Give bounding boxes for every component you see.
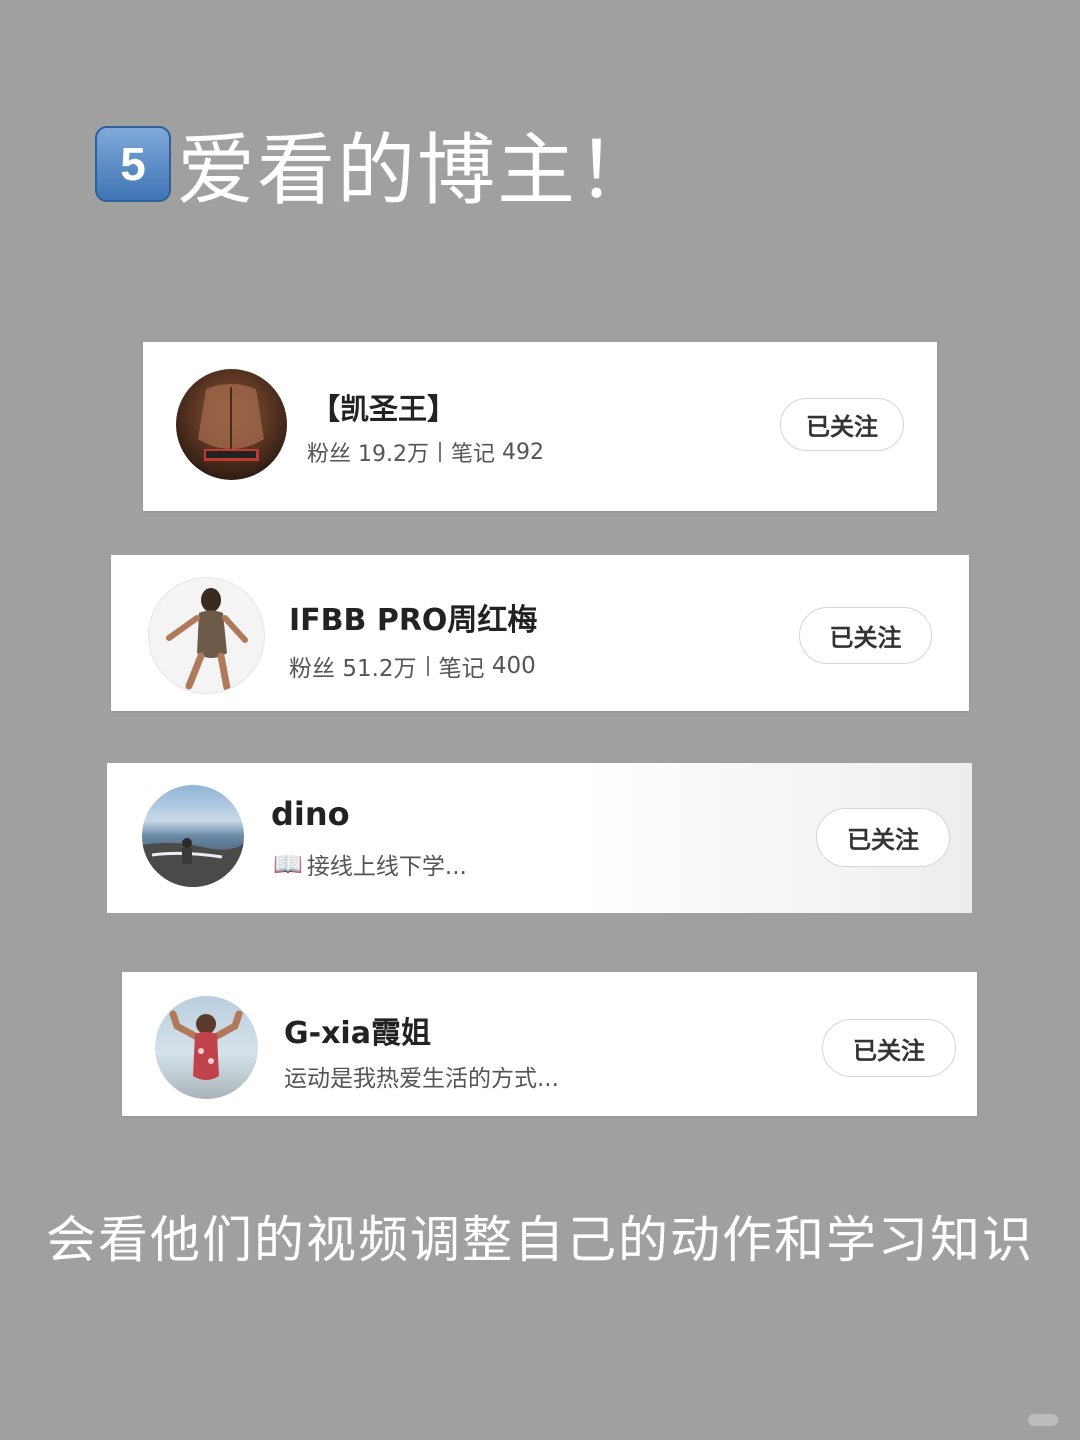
blogger-bio: 📖 接线上线下学... (273, 847, 467, 881)
caption-text: 会看他们的视频调整自己的动作和学习知识 (46, 1211, 1034, 1269)
notes-label: 笔记 (451, 442, 496, 467)
page-title: 爱看的博主！ (177, 126, 658, 216)
fans-label: 粉丝 (307, 442, 352, 467)
avatar[interactable] (155, 996, 258, 1099)
notes-label: 笔记 (438, 656, 485, 682)
blogger-name: IFBB PRO周红梅 (289, 603, 538, 638)
number-five-badge-icon: 5 (95, 126, 171, 202)
notes-count: 492 (502, 439, 545, 465)
blogger-bio: 运动是我热爱生活的方式... (284, 1059, 559, 1093)
avatar[interactable] (142, 785, 244, 887)
divider (439, 442, 442, 462)
avatar[interactable] (176, 369, 287, 480)
following-button[interactable]: 已关注 (780, 398, 904, 451)
blogger-name: G-xia霞姐 (284, 1016, 431, 1051)
following-button[interactable]: 已关注 (799, 607, 932, 664)
fans-count: 19.2万 (358, 442, 430, 467)
following-button[interactable]: 已关注 (816, 808, 950, 867)
blogger-card-1[interactable]: 【凯圣王】 粉丝 19.2万 笔记 492 已关注 (143, 342, 937, 511)
blogger-stats: 粉丝 19.2万 笔记 492 (307, 436, 544, 468)
page-heading: 5 爱看的博主！ (95, 108, 657, 220)
blogger-card-4[interactable]: G-xia霞姐 运动是我热爱生活的方式... 已关注 (122, 972, 977, 1116)
avatar[interactable] (148, 577, 265, 694)
blogger-name: 【凯圣王】 (311, 392, 457, 426)
blogger-card-2[interactable]: IFBB PRO周红梅 粉丝 51.2万 笔记 400 已关注 (111, 555, 969, 711)
following-button[interactable]: 已关注 (822, 1019, 956, 1077)
watermark-logo (1028, 1414, 1058, 1426)
fans-count: 51.2万 (342, 656, 417, 682)
divider (426, 656, 429, 676)
bio-text: 接线上线下学... (306, 854, 467, 880)
blogger-stats: 粉丝 51.2万 笔记 400 (289, 649, 536, 683)
blogger-name: dino (271, 795, 350, 833)
bio-text: 运动是我热爱生活的方式... (284, 1066, 559, 1092)
open-book-icon: 📖 (273, 850, 303, 878)
notes-count: 400 (491, 653, 536, 679)
fans-label: 粉丝 (289, 656, 335, 682)
blogger-card-3[interactable]: dino 📖 接线上线下学... 已关注 (107, 763, 972, 913)
